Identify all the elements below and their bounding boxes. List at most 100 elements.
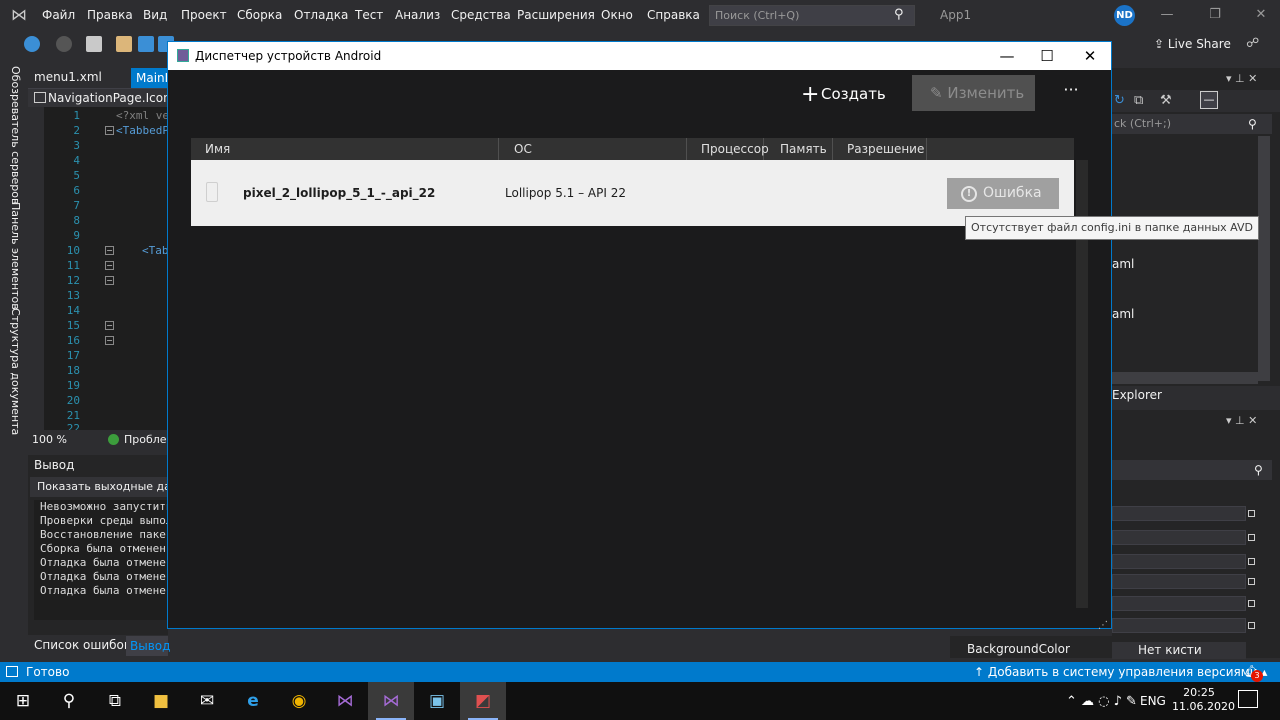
output-source-dropdown[interactable]: Показать выходные данн	[30, 477, 168, 497]
horizontal-scrollbar[interactable]	[1112, 372, 1258, 384]
copy-icon[interactable]: ⧉	[1134, 93, 1143, 108]
create-device-button[interactable]: + Создать	[795, 79, 895, 109]
search-icon[interactable]: ⚲	[1254, 463, 1263, 477]
input-language[interactable]: ENG	[1140, 694, 1166, 708]
property-marker-icon[interactable]	[1248, 600, 1255, 607]
taskbar-search-icon[interactable]: ⚲	[46, 682, 92, 720]
property-value-field[interactable]	[1112, 530, 1246, 545]
menu-build[interactable]: Сборка	[237, 7, 282, 23]
menu-analyze[interactable]: Анализ	[395, 7, 440, 23]
property-marker-icon[interactable]	[1248, 578, 1255, 585]
tab-mainpage[interactable]: MainP	[131, 68, 168, 88]
forward-icon[interactable]	[56, 36, 72, 52]
new-item-icon[interactable]	[86, 36, 102, 52]
property-value-field[interactable]	[1112, 554, 1246, 569]
solution-tree-item[interactable]: aml	[1112, 307, 1134, 321]
start-icon[interactable]: ⊞	[0, 682, 46, 720]
search-icon[interactable]: ⚲	[894, 6, 912, 24]
column-header-cpu[interactable]: Процессор	[687, 138, 769, 160]
tab-menu1-xml[interactable]: menu1.xml	[34, 70, 102, 84]
fold-toggle-icon[interactable]: −	[105, 246, 114, 255]
property-value-field[interactable]	[1112, 506, 1246, 521]
file-explorer-icon[interactable]: ■	[138, 682, 184, 720]
refresh-icon[interactable]: ↻	[1114, 93, 1125, 108]
tab-explorer[interactable]: Explorer	[1112, 388, 1162, 402]
tab-error-list[interactable]: Список ошибок	[34, 638, 131, 652]
search-icon[interactable]: ⚲	[1248, 117, 1257, 131]
property-value-field[interactable]	[1112, 574, 1246, 589]
menu-extensions[interactable]: Расширения	[517, 7, 595, 23]
feedback-icon[interactable]: ☍	[1246, 36, 1259, 51]
property-marker-icon[interactable]	[1248, 510, 1255, 517]
property-value-field[interactable]: Нет кисти	[1112, 642, 1246, 659]
property-marker-icon[interactable]	[1248, 534, 1255, 541]
property-value-field[interactable]	[1112, 618, 1246, 633]
add-to-source-control-button[interactable]: ↑ Добавить в систему управления версиями…	[974, 665, 1267, 679]
column-header-os[interactable]: ОС	[499, 138, 687, 160]
side-tab-server-explorer[interactable]: Обозреватель серверов	[9, 66, 22, 204]
output-line: Отладка была отмене	[40, 570, 166, 583]
menu-edit[interactable]: Правка	[87, 7, 133, 23]
edge-icon[interactable]: e	[230, 682, 276, 720]
dialog-minimize-icon[interactable]: —	[985, 42, 1029, 70]
column-header-name[interactable]: Имя	[191, 138, 499, 160]
panel-pin-close-icons[interactable]: ▾ ⊥ ✕	[1226, 72, 1257, 85]
visual-studio-icon[interactable]: ⋈	[322, 682, 368, 720]
device-manager-icon[interactable]: ▣	[414, 682, 460, 720]
fold-toggle-icon[interactable]: −	[105, 261, 114, 270]
zoom-dropdown[interactable]: 100 %	[32, 433, 67, 446]
visual-studio-active-icon[interactable]: ⋈	[368, 682, 414, 720]
source-control-label: Добавить в систему управления версиями	[987, 665, 1258, 679]
fold-toggle-icon[interactable]: −	[105, 126, 114, 135]
save-icon[interactable]	[138, 36, 154, 52]
android-manager-icon[interactable]: ◩	[460, 682, 506, 720]
panel-pin-close-icons[interactable]: ▾ ⊥ ✕	[1226, 414, 1257, 427]
column-header-memory[interactable]: Память	[764, 138, 833, 160]
navigation-member-dropdown[interactable]: NavigationPage.Icon	[48, 91, 171, 105]
column-header-resolution[interactable]: Разрешение	[833, 138, 927, 160]
property-marker-icon[interactable]	[1248, 622, 1255, 629]
menu-project[interactable]: Проект	[181, 7, 227, 23]
task-view-icon[interactable]: ⧉	[92, 682, 138, 720]
properties-search-input[interactable]	[1112, 460, 1272, 480]
preview-toggle-icon[interactable]: —	[1200, 91, 1218, 109]
solution-tree-item[interactable]: aml	[1112, 257, 1134, 271]
quick-search-input[interactable]: Поиск (Ctrl+Q)	[709, 5, 915, 26]
user-avatar[interactable]: ND	[1114, 5, 1135, 26]
menu-window[interactable]: Окно	[601, 7, 633, 23]
edit-device-button[interactable]: ✎ Изменить	[912, 75, 1035, 111]
side-tab-document-outline[interactable]: Структура документа	[9, 308, 22, 435]
device-error-button[interactable]: ! Ошибка	[947, 178, 1059, 209]
side-tab-toolbox[interactable]: Панель элементов	[9, 202, 22, 310]
minimize-icon[interactable]: —	[1152, 5, 1182, 25]
resize-grip-icon[interactable]: ⋰	[1098, 620, 1108, 631]
fold-toggle-icon[interactable]: −	[105, 321, 114, 330]
vertical-scrollbar[interactable]	[1258, 136, 1270, 381]
menu-test[interactable]: Тест	[355, 7, 383, 23]
vs-window: ⋈ Файл Правка Вид Проект Сборка Отладка …	[0, 0, 1280, 720]
restore-icon[interactable]: ❐	[1200, 5, 1230, 25]
wrench-icon[interactable]: ⚒	[1160, 93, 1172, 108]
more-options-button[interactable]: ···	[1058, 80, 1084, 106]
menu-file[interactable]: Файл	[42, 7, 75, 23]
clock[interactable]: 20:25 11.06.2020	[1172, 686, 1235, 714]
menu-view[interactable]: Вид	[143, 7, 167, 23]
fold-toggle-icon[interactable]: −	[105, 336, 114, 345]
action-center-icon[interactable]	[1238, 690, 1258, 708]
dialog-close-icon[interactable]: ✕	[1068, 42, 1112, 70]
chrome-icon[interactable]: ◉	[276, 682, 322, 720]
mail-icon[interactable]: ✉	[184, 682, 230, 720]
menu-help[interactable]: Справка	[647, 7, 700, 23]
dialog-maximize-icon[interactable]: ☐	[1025, 42, 1069, 70]
live-share-button[interactable]: ⇪ Live Share	[1154, 37, 1231, 51]
fold-toggle-icon[interactable]: −	[105, 276, 114, 285]
menu-debug[interactable]: Отладка	[294, 7, 348, 23]
back-icon[interactable]	[24, 36, 40, 52]
menu-tools[interactable]: Средства	[451, 7, 511, 23]
close-icon[interactable]: ✕	[1246, 5, 1276, 25]
open-folder-icon[interactable]	[116, 36, 132, 52]
tab-output[interactable]: Вывод	[126, 636, 170, 656]
system-tray-icons[interactable]: ⌃ ☁ ◌ ♪ ✎	[1066, 694, 1137, 709]
property-marker-icon[interactable]	[1248, 558, 1255, 565]
property-value-field[interactable]	[1112, 596, 1246, 611]
